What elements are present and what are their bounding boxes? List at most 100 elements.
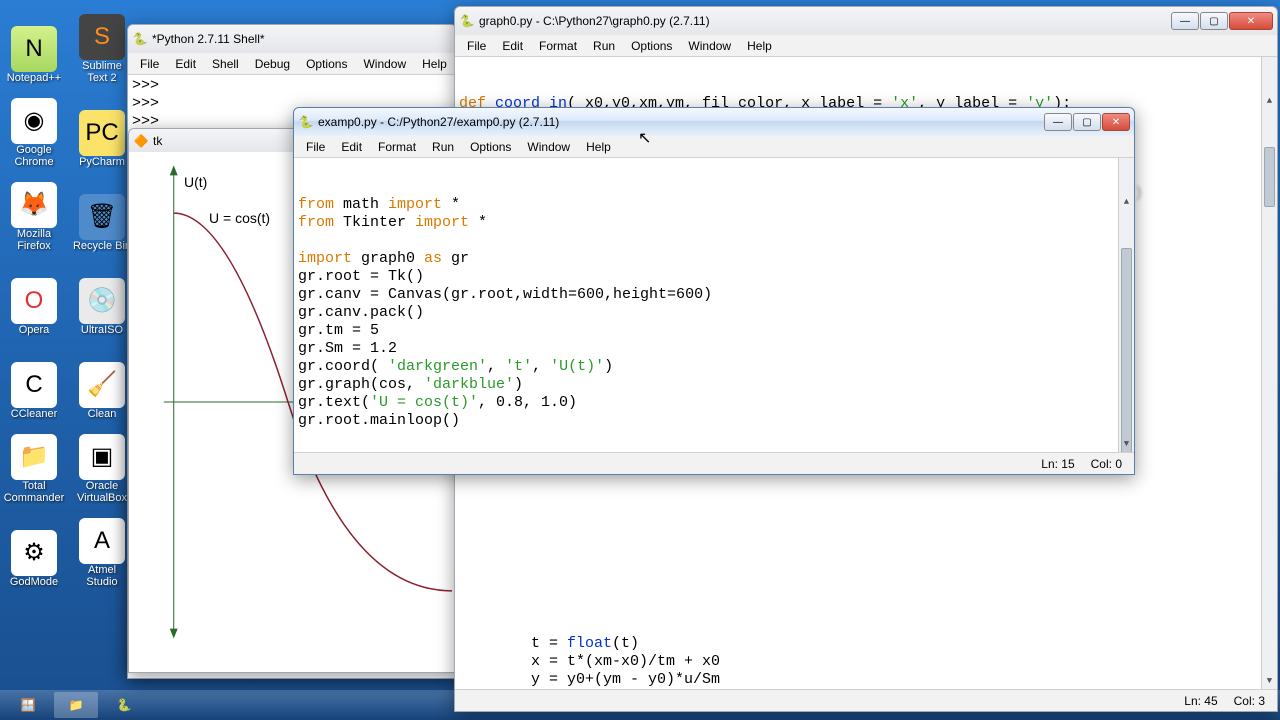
icon-label: Opera — [19, 324, 50, 336]
app-icon: O — [11, 278, 57, 324]
code-line: gr.text('U = cos(t)', 0.8, 1.0) — [298, 394, 1130, 412]
code-line: x = t*(xm-x0)/tm + x0 — [459, 653, 1273, 671]
menu-run[interactable]: Run — [424, 138, 462, 156]
desktop-icon[interactable]: SSublime Text 2 — [70, 4, 134, 84]
desktop-icon[interactable]: ▣Oracle VirtualBox — [70, 424, 134, 504]
code-line: import graph0 as gr — [298, 250, 1130, 268]
menu-format[interactable]: Format — [531, 37, 585, 55]
vertical-scrollbar[interactable]: ▲ ▼ — [1261, 57, 1277, 689]
app-icon: ◉ — [11, 98, 57, 144]
desktop-icon[interactable]: OOpera — [2, 256, 66, 336]
menu-run[interactable]: Run — [585, 37, 623, 55]
desktop-icon[interactable]: 📁Total Commander — [2, 424, 66, 504]
scroll-up-icon[interactable]: ▲ — [1262, 93, 1277, 109]
graph0-title: graph0.py - C:\Python27\graph0.py (2.7.1… — [479, 14, 710, 28]
icon-label: Recycle Bin — [73, 240, 131, 252]
desktop-icon[interactable]: PCPyCharm — [70, 88, 134, 168]
code-line: y = y0+(ym - y0)*u/Sm — [459, 671, 1273, 689]
menu-format[interactable]: Format — [370, 138, 424, 156]
icon-label: UltraISO — [81, 324, 123, 336]
examp0-editor[interactable]: from math import *from Tkinter import * … — [294, 158, 1134, 452]
menu-edit[interactable]: Edit — [494, 37, 531, 55]
desktop-icon[interactable]: ⚙GodMode — [2, 508, 66, 588]
code-line: gr.root = Tk() — [298, 268, 1130, 286]
desktop: NNotepad++◉Google Chrome🦊Mozilla Firefox… — [0, 0, 140, 700]
close-button[interactable]: ✕ — [1102, 113, 1130, 131]
icon-label: Clean — [88, 408, 117, 420]
code-line: gr.root.mainloop() — [298, 412, 1130, 430]
menu-debug[interactable]: Debug — [247, 55, 298, 73]
line-indicator: Ln: 15 — [1041, 457, 1074, 471]
examp0-titlebar[interactable]: 🐍 examp0.py - C:/Python27/examp0.py (2.7… — [294, 108, 1134, 136]
menu-file[interactable]: File — [459, 37, 494, 55]
menu-help[interactable]: Help — [739, 37, 780, 55]
taskbar-item[interactable]: 🐍 — [102, 692, 146, 718]
shell-title: *Python 2.7.11 Shell* — [152, 32, 265, 46]
menu-shell[interactable]: Shell — [204, 55, 247, 73]
desktop-icon[interactable]: NNotepad++ — [2, 4, 66, 84]
scroll-down-icon[interactable]: ▼ — [1119, 436, 1134, 452]
app-icon: PC — [79, 110, 125, 156]
icon-label: GodMode — [10, 576, 58, 588]
examp0-window[interactable]: 🐍 examp0.py - C:/Python27/examp0.py (2.7… — [293, 107, 1135, 475]
close-button[interactable]: ✕ — [1229, 12, 1273, 30]
desktop-icon[interactable]: 💿UltraISO — [70, 256, 134, 336]
taskbar-start[interactable]: 🪟 — [6, 692, 50, 718]
scroll-down-icon[interactable]: ▼ — [1262, 673, 1277, 689]
icon-label: CCleaner — [11, 408, 57, 420]
plot-text-label: U = cos(t) — [209, 210, 270, 226]
menu-window[interactable]: Window — [680, 37, 739, 55]
menu-window[interactable]: Window — [355, 55, 414, 73]
desktop-icon[interactable]: 🦊Mozilla Firefox — [2, 172, 66, 252]
shell-titlebar[interactable]: 🐍 *Python 2.7.11 Shell* — [128, 25, 456, 53]
desktop-icon[interactable]: 🗑Recycle Bin — [70, 172, 134, 252]
code-line: gr.canv = Canvas(gr.root,width=600,heigh… — [298, 286, 1130, 304]
menu-file[interactable]: File — [132, 55, 167, 73]
menu-options[interactable]: Options — [298, 55, 355, 73]
graph0-titlebar[interactable]: 🐍 graph0.py - C:\Python27\graph0.py (2.7… — [455, 7, 1277, 35]
menu-file[interactable]: File — [298, 138, 333, 156]
maximize-button[interactable]: ▢ — [1200, 12, 1228, 30]
menu-window[interactable]: Window — [519, 138, 578, 156]
menu-help[interactable]: Help — [414, 55, 455, 73]
desktop-icon[interactable]: ◉Google Chrome — [2, 88, 66, 168]
menu-help[interactable]: Help — [578, 138, 619, 156]
graph0-statusbar: Ln: 45 Col: 3 — [455, 689, 1277, 711]
app-icon: A — [79, 518, 125, 564]
scroll-thumb[interactable] — [1264, 147, 1275, 207]
icon-label: Atmel Studio — [71, 564, 133, 588]
y-axis-label: U(t) — [184, 174, 207, 190]
desktop-icon[interactable]: CCCleaner — [2, 340, 66, 420]
app-icon: 📁 — [11, 434, 57, 480]
icon-label: Total Commander — [3, 480, 65, 504]
scroll-thumb[interactable] — [1121, 248, 1132, 452]
desktop-icon[interactable]: 🧹Clean — [70, 340, 134, 420]
icon-label: Sublime Text 2 — [71, 60, 133, 84]
shell-menubar: FileEditShellDebugOptionsWindowHelp — [128, 53, 456, 75]
app-icon: 🗑 — [79, 194, 125, 240]
icon-label: Notepad++ — [7, 72, 61, 84]
app-icon: N — [11, 26, 57, 72]
code-line: gr.graph(cos, 'darkblue') — [298, 376, 1130, 394]
vertical-scrollbar[interactable]: ▲ ▼ — [1118, 158, 1134, 452]
minimize-button[interactable]: — — [1044, 113, 1072, 131]
icon-label: PyCharm — [79, 156, 125, 168]
app-icon: 🦊 — [11, 182, 57, 228]
menu-edit[interactable]: Edit — [333, 138, 370, 156]
desktop-icon[interactable]: AAtmel Studio — [70, 508, 134, 588]
scroll-up-icon[interactable]: ▲ — [1119, 194, 1134, 210]
menu-options[interactable]: Options — [623, 37, 680, 55]
code-line: from math import * — [298, 196, 1130, 214]
menu-options[interactable]: Options — [462, 138, 519, 156]
examp0-title: examp0.py - C:/Python27/examp0.py (2.7.1… — [318, 115, 559, 129]
maximize-button[interactable]: ▢ — [1073, 113, 1101, 131]
line-indicator: Ln: 45 — [1184, 694, 1217, 708]
code-line: from Tkinter import * — [298, 214, 1130, 232]
code-line: t = float(t) — [459, 635, 1273, 653]
app-icon: ⚙ — [11, 530, 57, 576]
minimize-button[interactable]: — — [1171, 12, 1199, 30]
code-line — [298, 430, 1130, 448]
menu-edit[interactable]: Edit — [167, 55, 204, 73]
python-icon: 🐍 — [459, 13, 475, 29]
taskbar-item[interactable]: 📁 — [54, 692, 98, 718]
